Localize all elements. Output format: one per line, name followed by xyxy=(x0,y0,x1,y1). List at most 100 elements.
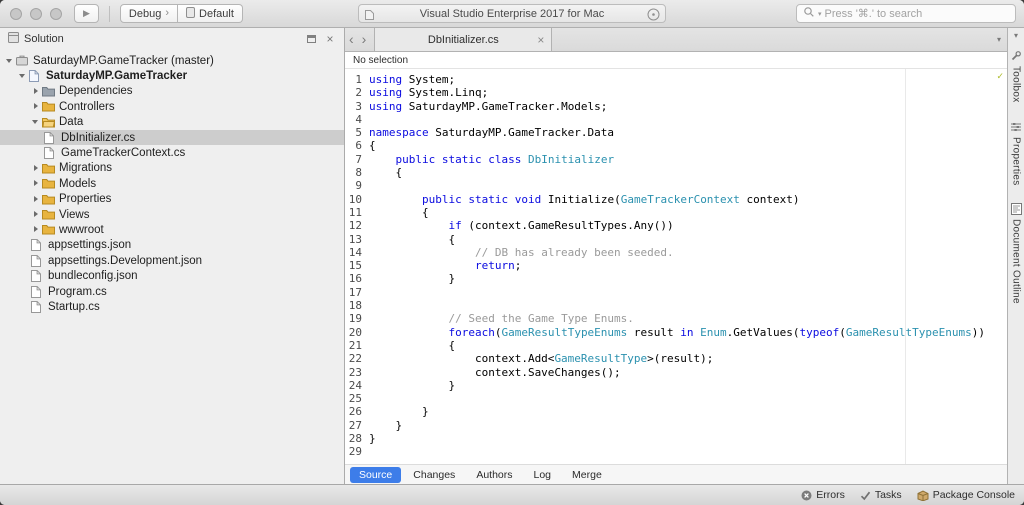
right-tabs: Toolbox Properties Document Outline xyxy=(1010,50,1022,322)
line-number: 6 xyxy=(355,139,362,153)
chevron-down-icon[interactable]: ▾ xyxy=(1014,31,1018,40)
code-text: { xyxy=(369,205,429,219)
chevron-right-icon: › xyxy=(165,7,170,19)
tree-item-appsettings-development-json[interactable]: appsettings.Development.json xyxy=(0,253,344,268)
errors-icon xyxy=(801,490,812,501)
close-window-button[interactable] xyxy=(10,7,22,20)
code-line: 25 xyxy=(345,392,1007,405)
tree-item-saturdaymp-gametracker[interactable]: SaturdayMP.GameTracker xyxy=(0,68,344,83)
status-tasks[interactable]: Tasks xyxy=(860,489,902,501)
solution-pad-header: Solution × xyxy=(0,28,344,50)
disclosure-triangle-icon[interactable] xyxy=(31,194,42,204)
disclosure-triangle-icon[interactable] xyxy=(5,56,16,66)
disclosure-triangle-icon[interactable] xyxy=(31,86,42,96)
line-number: 10 xyxy=(348,192,362,206)
code-text: public static class DbInitializer xyxy=(395,152,615,166)
tree-item-label: Controllers xyxy=(59,100,115,113)
navigate-forward-icon[interactable]: › xyxy=(358,32,371,46)
code-line: 1 using System; xyxy=(345,73,1007,86)
close-tab-icon[interactable]: × xyxy=(537,34,544,46)
side-tab-properties[interactable]: Properties xyxy=(1010,121,1022,185)
folder-icon xyxy=(42,101,58,112)
tree-item-properties[interactable]: Properties xyxy=(0,192,344,207)
code-text: } xyxy=(369,405,429,419)
tree-item-wwwroot[interactable]: wwwroot xyxy=(0,222,344,237)
tree-item-views[interactable]: Views xyxy=(0,207,344,222)
tree-item-saturdaymp-gametracker-master[interactable]: SaturdayMP.GameTracker (master) xyxy=(0,53,344,68)
search-dropdown-icon[interactable]: ▾ xyxy=(818,10,822,18)
disclosure-triangle-icon[interactable] xyxy=(31,225,42,235)
tab-overflow-icon[interactable]: ▾ xyxy=(997,35,1001,44)
tree-item-dependencies[interactable]: Dependencies xyxy=(0,84,344,99)
code-line: 28} xyxy=(345,432,1007,445)
line-number: 5 xyxy=(355,126,362,140)
tree-item-appsettings-json[interactable]: appsettings.json xyxy=(0,238,344,253)
side-tab-toolbox[interactable]: Toolbox xyxy=(1010,50,1022,103)
breadcrumb: No selection xyxy=(345,52,1007,69)
disclosure-triangle-icon[interactable] xyxy=(31,163,42,173)
code-editor[interactable]: ✓ 1 using System; 2 using System.Linq; 3 usin… xyxy=(345,69,1007,464)
tree-item-controllers[interactable]: Controllers xyxy=(0,99,344,114)
play-icon: ▶ xyxy=(83,8,90,18)
tree-item-data[interactable]: Data xyxy=(0,115,344,130)
line-number: 23 xyxy=(348,365,362,379)
status-circle-icon[interactable] xyxy=(647,8,660,26)
window-controls xyxy=(10,7,62,20)
toolbox-icon xyxy=(1010,50,1022,62)
minimize-window-button[interactable] xyxy=(30,7,42,20)
code-text: } xyxy=(369,378,456,392)
tree-item-label: Dependencies xyxy=(59,85,133,98)
tree-item-program-cs[interactable]: Program.cs xyxy=(0,284,344,299)
tree-item-startup-cs[interactable]: Startup.cs xyxy=(0,299,344,314)
zoom-window-button[interactable] xyxy=(50,7,62,20)
status-package-console[interactable]: Package Console xyxy=(917,489,1015,501)
disclosure-triangle-icon[interactable] xyxy=(31,179,42,189)
footer-tab-log[interactable]: Log xyxy=(525,467,561,483)
tree-item-models[interactable]: Models xyxy=(0,176,344,191)
line-number: 24 xyxy=(348,378,362,392)
tab-dbinitializer[interactable]: DbInitializer.cs × xyxy=(374,28,553,51)
code-line: 5 namespace SaturdayMP.GameTracker.Data xyxy=(345,126,1007,139)
footer-tab-source[interactable]: Source xyxy=(350,466,402,483)
side-tab-document-outline[interactable]: Document Outline xyxy=(1010,203,1022,304)
line-number: 25 xyxy=(348,392,362,406)
close-pad-icon[interactable]: × xyxy=(323,32,337,46)
tree-item-dbinitializer-cs[interactable]: DbInitializer.cs xyxy=(0,129,344,146)
folder-icon xyxy=(42,209,58,220)
line-number: 22 xyxy=(348,352,362,366)
tree-item-bundleconfig-json[interactable]: bundleconfig.json xyxy=(0,268,344,283)
dock-icon[interactable] xyxy=(304,32,318,46)
run-button[interactable]: ▶ xyxy=(74,4,99,23)
code-line: 26 } xyxy=(345,405,1007,418)
tree-item-label: DbInitializer.cs xyxy=(61,131,136,144)
footer-tab-authors[interactable]: Authors xyxy=(467,467,521,483)
status-errors[interactable]: Errors xyxy=(801,489,845,501)
code-line: 18 xyxy=(345,299,1007,312)
tree-item-label: bundleconfig.json xyxy=(48,270,138,283)
footer-tab-merge[interactable]: Merge xyxy=(563,467,611,483)
folder-icon xyxy=(42,178,58,189)
window-title: Visual Studio Enterprise 2017 for Mac xyxy=(419,7,605,20)
line-number: 29 xyxy=(348,445,362,459)
status-label: Errors xyxy=(816,489,845,501)
code-text: context.Add<GameResultType>(result); xyxy=(369,352,714,366)
tree-item-label: Models xyxy=(59,177,97,190)
tree-item-gametrackercontext-cs[interactable]: GameTrackerContext.cs xyxy=(0,145,344,160)
tree-item-migrations[interactable]: Migrations xyxy=(0,161,344,176)
configuration-dropdown[interactable]: Debug › xyxy=(119,4,179,23)
search-field[interactable]: ▾ xyxy=(796,4,1016,23)
file-json-icon xyxy=(31,239,47,252)
tree-item-label: Migrations xyxy=(59,162,113,175)
footer-tab-changes[interactable]: Changes xyxy=(404,467,464,483)
right-dock: ▾ Toolbox Properties Document Outline xyxy=(1007,28,1024,484)
target-dropdown[interactable]: Default xyxy=(178,4,243,23)
code-line: 4 xyxy=(345,113,1007,126)
navigate-back-icon[interactable]: ‹ xyxy=(345,32,358,46)
disclosure-triangle-icon[interactable] xyxy=(18,71,29,81)
search-input[interactable] xyxy=(824,7,1009,20)
code-text: { xyxy=(369,166,403,180)
disclosure-triangle-icon[interactable] xyxy=(31,102,42,112)
solution-pad: Solution × SaturdayMP.GameTracker (maste… xyxy=(0,28,345,484)
disclosure-triangle-icon[interactable] xyxy=(31,117,42,127)
disclosure-triangle-icon[interactable] xyxy=(31,210,42,220)
